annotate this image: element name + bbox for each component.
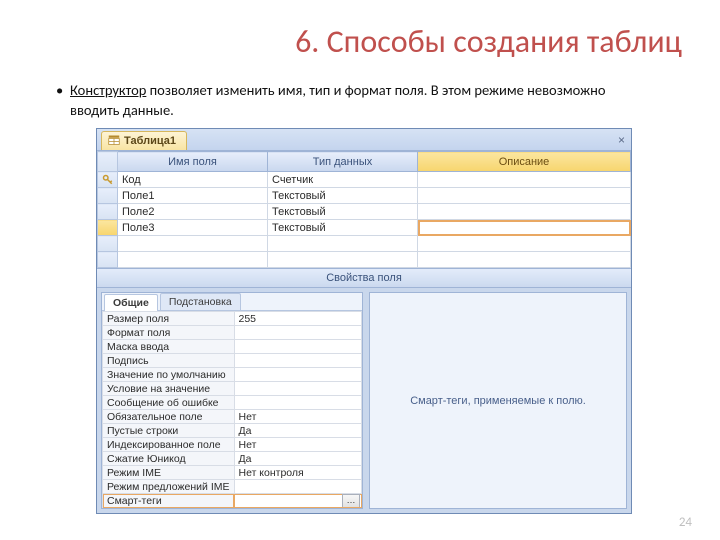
prop-name: Сообщение об ошибке [103,396,235,410]
property-row[interactable]: Размер поля255 [103,312,362,326]
table-row[interactable]: Поле1 Текстовый [98,188,631,204]
cell-desc[interactable] [418,252,631,268]
property-row[interactable]: Формат поля [103,326,362,340]
property-row[interactable]: Обязательное полеНет [103,410,362,424]
properties-header: Свойства поля [97,268,631,288]
cell-desc[interactable] [418,172,631,188]
prop-name: Маска ввода [103,340,235,354]
bullet-text: •Конструктор позволяет изменить имя, тип… [56,81,656,120]
table-row[interactable] [98,236,631,252]
tab-label: Таблица1 [124,135,176,147]
cell-type[interactable]: Текстовый [268,204,418,220]
prop-value[interactable]: … [234,494,362,508]
col-header-name[interactable]: Имя поля [118,152,268,172]
property-row[interactable]: Подпись [103,354,362,368]
table-row[interactable]: Код Счетчик [98,172,631,188]
property-row[interactable]: Значение по умолчанию [103,368,362,382]
property-row[interactable]: Смарт-теги … [103,494,362,508]
bullet-rest: позволяет изменить имя, тип и формат пол… [70,81,606,119]
row-selector-header [98,152,118,172]
prop-value[interactable] [234,382,362,396]
builder-button[interactable]: … [342,494,360,508]
cell-name[interactable] [118,252,268,268]
prop-value[interactable] [234,480,362,494]
prop-name: Условие на значение [103,382,235,396]
key-icon [98,172,118,188]
prop-value[interactable]: Да [234,424,362,438]
cell-name[interactable] [118,236,268,252]
cell-type[interactable]: Счетчик [268,172,418,188]
properties-panel: Общие Подстановка Размер поля255 Формат … [101,292,363,509]
property-row[interactable]: Режим предложений IME [103,480,362,494]
property-tabs: Общие Подстановка [102,293,362,311]
bullet-lead: Конструктор [70,81,146,99]
table-row[interactable] [98,252,631,268]
tab-lookup[interactable]: Подстановка [160,293,241,310]
cell-type[interactable] [268,252,418,268]
cell-type[interactable]: Текстовый [268,220,418,236]
row-selector[interactable] [98,220,118,236]
row-selector[interactable] [98,188,118,204]
property-row[interactable]: Условие на значение [103,382,362,396]
cell-name[interactable]: Поле2 [118,204,268,220]
page-number: 24 [679,515,692,530]
document-tabbar: Таблица1 × [97,129,631,151]
prop-name: Режим предложений IME [103,480,235,494]
cell-desc[interactable] [418,204,631,220]
prop-name: Подпись [103,354,235,368]
cell-name[interactable]: Поле1 [118,188,268,204]
access-designer-window: Таблица1 × Имя поля Тип данных Описание … [96,128,632,514]
prop-name: Размер поля [103,312,235,326]
prop-value[interactable] [234,368,362,382]
prop-value[interactable]: Нет контроля [234,466,362,480]
cell-desc[interactable] [418,236,631,252]
prop-name: Обязательное поле [103,410,235,424]
cell-desc[interactable] [418,220,631,236]
tab-general[interactable]: Общие [104,294,158,311]
col-header-desc[interactable]: Описание [418,152,631,172]
prop-value[interactable] [234,326,362,340]
table-row[interactable]: Поле2 Текстовый [98,204,631,220]
prop-name: Значение по умолчанию [103,368,235,382]
prop-name: Сжатие Юникод [103,452,235,466]
prop-name: Формат поля [103,326,235,340]
row-selector[interactable] [98,252,118,268]
property-table: Размер поля255 Формат поля Маска ввода П… [102,311,362,508]
prop-value[interactable] [234,396,362,410]
prop-value[interactable]: Нет [234,438,362,452]
row-selector[interactable] [98,204,118,220]
prop-name: Индексированное поле [103,438,235,452]
cell-desc[interactable] [418,188,631,204]
close-icon[interactable]: × [618,133,625,147]
property-row[interactable]: Маска ввода [103,340,362,354]
slide-title: 6. Способы создания таблиц [0,0,720,61]
property-row[interactable]: Режим IMEНет контроля [103,466,362,480]
cell-name[interactable]: Поле3 [118,220,268,236]
cell-type[interactable]: Текстовый [268,188,418,204]
prop-name: Пустые строки [103,424,235,438]
table-row[interactable]: Поле3 Текстовый [98,220,631,236]
property-row[interactable]: Пустые строкиДа [103,424,362,438]
prop-value[interactable]: 255 [234,312,362,326]
grid-header-row: Имя поля Тип данных Описание [98,152,631,172]
table-icon [108,134,120,149]
table-tab[interactable]: Таблица1 [101,131,187,150]
col-header-type[interactable]: Тип данных [268,152,418,172]
property-row[interactable]: Сжатие ЮникодДа [103,452,362,466]
cell-name[interactable]: Код [118,172,268,188]
cell-type[interactable] [268,236,418,252]
property-row[interactable]: Сообщение об ошибке [103,396,362,410]
hint-panel: Смарт-теги, применяемые к полю. [369,292,627,509]
prop-name: Смарт-теги [103,494,235,508]
row-selector[interactable] [98,236,118,252]
prop-value[interactable]: Нет [234,410,362,424]
field-grid: Имя поля Тип данных Описание Код Счетчик… [97,151,631,268]
prop-name: Режим IME [103,466,235,480]
property-row[interactable]: Индексированное полеНет [103,438,362,452]
properties-area: Общие Подстановка Размер поля255 Формат … [97,288,631,513]
prop-value[interactable] [234,340,362,354]
prop-value[interactable] [234,354,362,368]
prop-value[interactable]: Да [234,452,362,466]
